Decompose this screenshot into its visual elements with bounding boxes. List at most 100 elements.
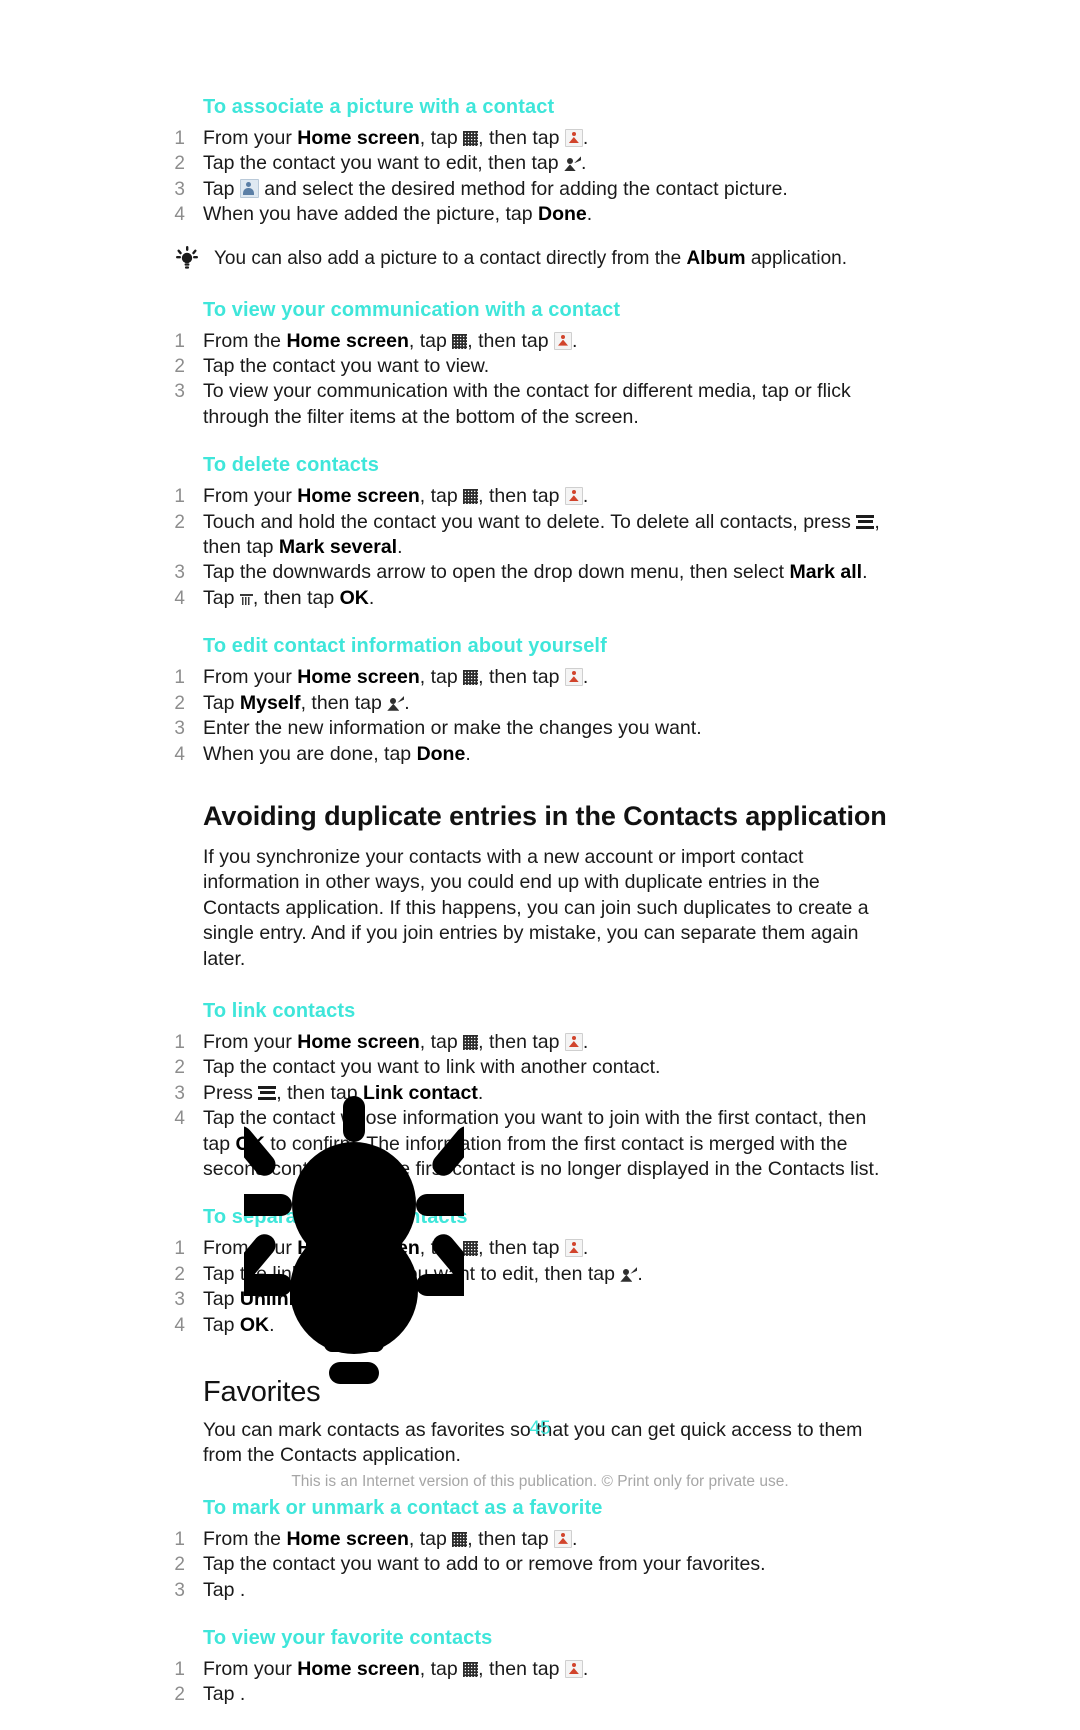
step-item: 3 Tap the downwards arrow to open the dro… [0,560,893,585]
step-item: 3 Enter the new information or make the c… [0,716,893,741]
step-item: 3 Tap . [0,1578,893,1603]
contacts-icon [564,487,583,506]
app-grid-icon [463,1034,479,1050]
tip-text: You can also add a picture to a contact … [214,247,847,269]
step-number: 1 [174,667,185,689]
keyword: OK [239,1313,270,1336]
step-number: 3 [174,1579,185,1601]
tip-row: You can also add a picture to a contact … [176,245,896,271]
keyword: Mark several [278,536,398,559]
keyword: Home screen [297,1237,420,1260]
step-item: 1 From your Home screen, tap , then tap . [0,1030,893,1055]
step-number: 4 [174,1108,185,1130]
edit-contact-icon [387,695,405,712]
edit-contact-icon [620,1266,638,1283]
section-heading-mark-unmark-favorite: To mark or unmark a contact as a favorit… [203,1496,603,1519]
step-item: 1 From your Home screen, tap , then tap . [0,126,893,151]
step-text: From the Home screen, tap , then tap . [203,329,578,352]
step-item: 1 From your Home screen, tap , then tap . [0,484,893,509]
section-heading-associate-picture: To associate a picture with a contact [203,96,555,118]
step-number: 1 [174,486,185,508]
step-text: Tap the contact you want to edit, then t… [203,152,587,175]
step-text: Tap the contact you want to add to or re… [203,1553,766,1576]
step-list-separate-linked: 1 From your Home screen, tap , then tap .… [0,1236,1080,1338]
step-text: Touch and hold the contact you want to d… [203,510,880,559]
keyword: OK [339,586,369,609]
keyword: Mark all [789,561,863,584]
step-item: 4 Tap OK. [0,1313,893,1338]
step-text: Enter the new information or make the ch… [203,717,702,740]
step-number: 3 [174,718,185,740]
step-number: 1 [174,1528,185,1550]
page-title-favorites: Favorites [203,1376,321,1408]
app-grid-icon [463,1662,479,1678]
app-grid-icon [463,131,479,146]
avoiding-duplicates-body: If you synchronize your contacts with a … [203,845,869,970]
step-number: 3 [174,178,185,200]
keyword: Home screen [297,127,420,149]
step-number: 1 [174,1031,185,1053]
step-text: Tap , then tap OK. [203,586,375,609]
step-item: 3 Press , then tap Link contact. [0,1081,893,1106]
contacts-icon [554,1529,573,1548]
step-text: Tap . [203,1683,246,1706]
step-number: 3 [174,1289,185,1311]
keyword: Album [686,247,746,269]
step-item: 1 From the Home screen, tap , then tap . [0,1527,893,1552]
step-text: From your Home screen, tap , then tap . [203,1030,589,1053]
step-text: From your Home screen, tap , then tap . [203,1658,589,1681]
step-number: 2 [174,153,185,175]
step-item: 3 Tap Unlink contact. [0,1287,893,1312]
step-list-view-favorite-contacts: 1 From your Home screen, tap , then tap .… [0,1657,1080,1708]
step-item: 2 Tap the contact you want to add to or r… [0,1552,893,1577]
page-title-avoiding-duplicates: Avoiding duplicate entries in the Contac… [203,800,887,831]
keyword: Home screen [297,666,420,689]
step-item: 2 Tap the contact you want to view. [0,354,893,379]
step-text: Press , then tap Link contact. [203,1081,484,1104]
step-number: 1 [174,1238,185,1260]
step-number: 4 [174,1314,185,1336]
app-grid-icon [463,1241,479,1257]
step-list-view-communication: 1 From the Home screen, tap , then tap .2… [0,329,1080,431]
step-text: To view your communication with the cont… [203,380,851,428]
step-text: Tap and select the desired method for ad… [203,177,788,200]
step-text: From your Home screen, tap , then tap . [203,1237,589,1260]
contacts-icon [564,129,583,147]
step-number: 2 [174,692,185,714]
step-text: Tap . [203,1578,246,1601]
app-grid-icon [452,333,468,349]
step-text: When you are done, tap Done. [203,742,471,765]
step-text: Tap Unlink contact. [203,1288,380,1311]
section-heading-view-favorite-contacts: To view your favorite contacts [203,1627,493,1650]
contact-picture-icon [239,178,259,198]
step-item: 2 Tap the contact you want to link with a… [0,1055,893,1080]
step-number: 2 [174,1684,185,1706]
contacts-icon [554,331,573,350]
step-number: 2 [174,356,185,378]
step-number: 1 [174,330,185,352]
keyword: OK [235,1132,265,1155]
page-content: To associate a picture with a contact 1 Fr… [0,0,1080,1730]
keyword: Home screen [297,1030,420,1053]
step-item: 4 When you are done, tap Done. [0,742,893,767]
section-heading-edit-myself: To edit contact information about yourse… [203,635,607,658]
step-text: Tap the linked contact you want to edit,… [203,1262,643,1285]
step-item: 2 Tap Myself, then tap . [0,691,893,716]
step-list-associate-picture: 1 From your Home screen, tap , then tap .… [0,126,1080,228]
step-number: 2 [174,1263,185,1285]
section-heading-view-communication: To view your communication with a contac… [203,298,621,321]
step-item: 1 From your Home screen, tap , then tap . [0,1236,893,1261]
section-heading-delete-contacts: To delete contacts [203,454,379,477]
contacts-icon [564,1032,583,1051]
step-item: 4 Tap , then tap OK. [0,586,893,611]
contacts-icon [564,1660,583,1679]
app-grid-icon [452,1531,468,1547]
step-item: 2 Touch and hold the contact you want to … [0,510,893,561]
step-text: From your Home screen, tap , then tap . [203,127,589,149]
